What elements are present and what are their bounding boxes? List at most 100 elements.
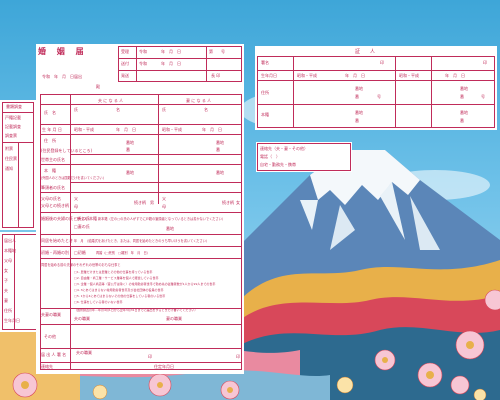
- signer-husband: 夫の職業: [76, 350, 92, 355]
- check-item: 住民票: [5, 156, 17, 161]
- husband-birth[interactable]: 年 月 日: [116, 127, 136, 133]
- left-label: 生年月日: [4, 318, 20, 323]
- job-option-1[interactable]: □1. 農業だけまたは農業とその他の仕事を持っている世帯: [74, 270, 152, 274]
- husband-job[interactable]: 夫の職業: [74, 316, 90, 322]
- notice-date: 令和 年 月 日届出: [42, 74, 82, 79]
- parents-sub: 父母との続き柄: [41, 203, 69, 208]
- honseki-sub: (外国人のときは国籍だけを書いてください): [41, 176, 104, 180]
- wife-birth[interactable]: 年 月 日: [202, 127, 222, 133]
- marriage-form: 婚 姻 届 令和 年 月 日届出 殿 受理 令和 年 月 日 第 号 送付 令和…: [36, 44, 244, 374]
- husband-honseki-banchi[interactable]: 番地: [126, 170, 134, 176]
- husband-relation[interactable]: 続き柄: [134, 200, 146, 206]
- wife-banchi[interactable]: 番地: [216, 140, 224, 146]
- wife-given[interactable]: 名: [204, 107, 208, 113]
- wife-job[interactable]: 妻の職業: [166, 316, 182, 322]
- witness1-gou[interactable]: 号: [377, 94, 381, 100]
- witness2-ban[interactable]: 番: [460, 94, 464, 100]
- witness2-date[interactable]: 年 月 日: [445, 73, 465, 79]
- other-label: その他: [44, 334, 56, 339]
- cohabit-date[interactable]: 年 月 （結婚式をあげたとき、または、同居を始めたときのうち早いほうを書いてくだ…: [74, 238, 209, 243]
- husband-mother[interactable]: 母: [74, 204, 78, 210]
- witness2-banchi[interactable]: 番地: [460, 86, 468, 92]
- wife-name-check[interactable]: □妻の氏: [74, 224, 90, 230]
- form-title: 婚 姻 届: [38, 47, 88, 56]
- job-option-5[interactable]: □5. 1から4にあてはまらないその他の仕事をしている者のいる世帯: [74, 294, 165, 298]
- received-era: 令和: [139, 49, 147, 54]
- contact-box: 連絡先（夫・妻・その他） 電話（ ） 自宅・勤務先・携帯: [256, 142, 352, 172]
- job-label: 夫妻の職業: [41, 312, 61, 317]
- wife-seal[interactable]: 印: [236, 354, 240, 360]
- left-label: 妻: [4, 298, 8, 303]
- husband-surname[interactable]: 氏: [74, 107, 78, 113]
- witness2-seal[interactable]: 印: [483, 60, 487, 66]
- wife-surname[interactable]: 氏: [162, 107, 166, 113]
- left-label: 女: [4, 268, 8, 273]
- husband-era[interactable]: 昭和・平成: [74, 127, 94, 133]
- sent-era: 令和: [139, 61, 147, 66]
- new-honseki-banchi[interactable]: 番地: [166, 226, 174, 232]
- marriage-registration-sheet: 書類調査 戸籍記載 記載調査 調査票 附票 住民票 通知 届出人 本籍地 父母 …: [0, 0, 500, 400]
- household-job-label: 同居を始める前の夫婦のそれぞれの世帯のおもな仕事と: [41, 263, 121, 267]
- contact-phone[interactable]: 電話（ ）: [260, 154, 280, 160]
- wife-father[interactable]: 父: [162, 196, 166, 202]
- contact-type[interactable]: 自宅・勤務先・携帯: [260, 162, 296, 168]
- husband-ban[interactable]: 番: [126, 147, 130, 153]
- husband-seal[interactable]: 印: [148, 354, 152, 360]
- check-item: 通知: [5, 166, 13, 171]
- name-label: 氏 名: [44, 110, 56, 115]
- to-label: 殿: [96, 84, 100, 89]
- left-label: 夫: [4, 288, 8, 293]
- wife-era[interactable]: 昭和・平成: [162, 127, 182, 133]
- witness1-seal[interactable]: 印: [380, 60, 384, 66]
- signer-label: 届 出 人 署 名: [41, 352, 67, 357]
- left-label: 本籍地: [4, 248, 16, 253]
- sent-label: 送付: [121, 61, 129, 66]
- chief-label: 長 印: [211, 73, 221, 78]
- left-label: 住所: [4, 308, 12, 313]
- address-label: 住 所: [44, 138, 56, 143]
- witness2-honseki-ban[interactable]: 番: [460, 118, 464, 124]
- witness1-honseki-ban[interactable]: 番: [355, 118, 359, 124]
- witness1-ban[interactable]: 番: [355, 94, 359, 100]
- witness1-date[interactable]: 年 月 日: [345, 73, 365, 79]
- prev-marriage-label: 初婚・再婚の別: [41, 250, 69, 255]
- left-label: 父母: [4, 258, 12, 263]
- job-option-3[interactable]: □3. 企業・個人商店等（官公庁は除く）の常用勤労者世帯で勤め先の従業者数が1人…: [74, 282, 215, 286]
- witness1-honseki-banchi[interactable]: 番地: [355, 110, 363, 116]
- first-marriage-check[interactable]: □初婚: [74, 250, 86, 256]
- check-item: 記載調査: [5, 124, 21, 129]
- job-option-4[interactable]: □4. 3にあてはまらない常用勤労者世帯及び会社団体の役員の世帯: [74, 288, 163, 292]
- husband-name-check[interactable]: □夫の氏: [74, 216, 90, 222]
- remarriage-check[interactable]: 再婚（□死別 □離別 年 月 日）: [96, 250, 150, 255]
- household-label: 世帯主の氏名: [41, 157, 65, 162]
- witness1-era[interactable]: 昭和・平成: [297, 73, 317, 79]
- witness1-banchi[interactable]: 番地: [355, 86, 363, 92]
- honseki-label: 本 籍: [44, 168, 56, 173]
- husband-father[interactable]: 父: [74, 196, 78, 202]
- witness2-honseki-banchi[interactable]: 番地: [460, 110, 468, 116]
- husband-banchi[interactable]: 番地: [126, 140, 134, 146]
- received-number: 第 号: [209, 49, 225, 54]
- witness2-era[interactable]: 昭和・平成: [399, 73, 419, 79]
- witness-honseki-label: 本籍: [261, 112, 269, 117]
- witness-sign-label: 署名: [261, 60, 269, 65]
- new-honseki-note: 新本籍（左の□の氏の人がすでに戸籍の筆頭者となっているときは書かないでください）: [98, 217, 226, 221]
- wife-honseki-banchi[interactable]: 番地: [216, 170, 224, 176]
- parents-label: 父母の氏名: [41, 196, 61, 201]
- contact-label: 連絡先: [41, 364, 53, 369]
- left-label: 子: [4, 278, 8, 283]
- wife-mother[interactable]: 母: [162, 204, 166, 210]
- male-mark: 男: [150, 200, 154, 205]
- side-check-panel: 書類調査 戸籍記載 記載調査 調査票 附票 住民票 通知: [0, 100, 36, 230]
- check-item: 戸籍記載: [5, 115, 21, 120]
- job-option-6[interactable]: □6. 仕事をしている者のいない世帯: [74, 300, 123, 304]
- husband-given[interactable]: 名: [116, 107, 120, 113]
- head-label: 筆頭者の氏名: [41, 185, 65, 190]
- witness-address-label: 住所: [261, 90, 269, 95]
- wife-relation[interactable]: 続き柄: [222, 200, 234, 206]
- job-option-2[interactable]: □2. 自由業・商工業・サービス業等を個人で経営している世帯: [74, 276, 159, 280]
- witness-title: 証 人: [355, 49, 376, 55]
- witness2-gou[interactable]: 号: [481, 94, 485, 100]
- witness-form: 証 人 署名 印 印 生年月日 昭和・平成 年 月 日 昭和・平成 年 月 日 …: [255, 46, 497, 130]
- wife-ban[interactable]: 番: [216, 147, 220, 153]
